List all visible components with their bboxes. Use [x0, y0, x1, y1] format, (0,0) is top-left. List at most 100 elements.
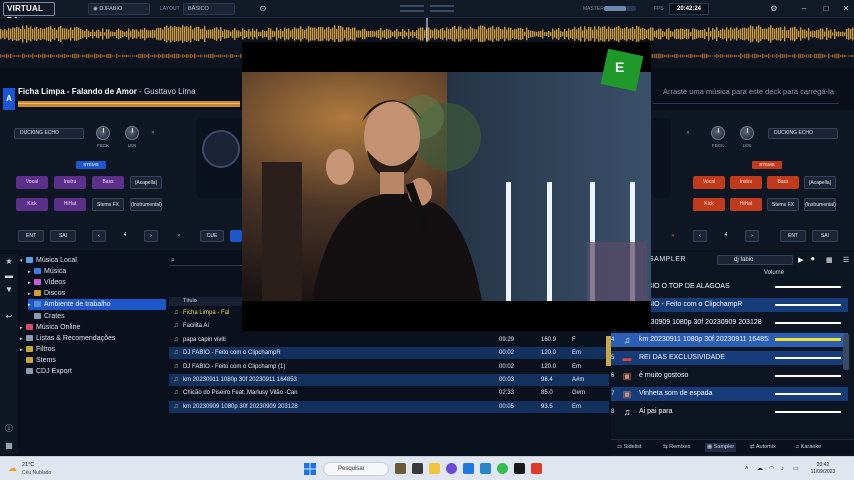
deck-a-stem-kick[interactable]: Kick — [16, 198, 48, 211]
search-field[interactable]: ⌕ — [169, 256, 242, 266]
app-icon-widgets[interactable] — [395, 463, 406, 474]
windows-start-icon[interactable] — [304, 463, 316, 475]
deck-b-loop-next[interactable]: › — [745, 230, 759, 242]
filter-icon[interactable]: ▼ — [4, 285, 14, 295]
maximize-icon[interactable]: □ — [820, 3, 832, 15]
deck-a-len-knob[interactable] — [125, 126, 139, 140]
deck-b-acapella[interactable]: (Acapella) — [804, 176, 836, 189]
deck-b-stem-instru[interactable]: Instru — [730, 176, 762, 189]
app-icon-store[interactable] — [480, 463, 491, 474]
deck-a-fbck-knob[interactable] — [96, 126, 110, 140]
sampler-slot[interactable]: 7 ▣ Vinheta som de espada — [611, 386, 848, 401]
deck-a-platter[interactable] — [202, 130, 240, 168]
tab-sampler[interactable]: ▦ Sampler — [705, 443, 737, 452]
deck-a-loop-close-icon[interactable]: ✕ — [177, 233, 181, 239]
deck-a-stem-bass[interactable]: Bass — [92, 176, 124, 189]
deck-a-stems-fx[interactable]: Stems FX — [92, 198, 124, 211]
deck-b-fbck-knob[interactable] — [711, 126, 725, 140]
tree-item[interactable]: ▸ Vídeos — [28, 277, 166, 288]
record-icon[interactable]: ⊙ — [257, 3, 269, 15]
close-icon[interactable]: ✕ — [840, 3, 852, 15]
app-icon-file-explorer[interactable] — [429, 463, 440, 474]
info-icon[interactable]: ⓘ — [4, 424, 14, 434]
weather-temperature[interactable]: 21°C — [22, 462, 34, 468]
column-header-title[interactable]: Título — [169, 297, 242, 306]
deck-b-loop-in[interactable]: ENT — [780, 230, 806, 242]
deck-a-stem-hihat[interactable]: HiHat — [54, 198, 86, 211]
sampler-slot[interactable]: 4 ♫ km 20230911 1080p 30f 20230911 164853 — [611, 333, 848, 348]
tree-item[interactable]: ▸ Discos — [28, 288, 166, 299]
app-icon-teams[interactable] — [446, 463, 457, 474]
deck-a-loop-out[interactable]: SAI — [50, 230, 76, 242]
sampler-slot[interactable]: 8 ♫ Ai pai para — [611, 404, 848, 419]
table-row[interactable]: ♫ Facilita Aí — [169, 320, 242, 332]
deck-a-cue-button[interactable]: CUE — [200, 230, 224, 242]
deck-b-loop-out[interactable]: SAI — [812, 230, 838, 242]
tab-sideline[interactable]: ▭ Sidelist — [617, 443, 641, 452]
browser-splitter-handle[interactable] — [606, 336, 611, 366]
video-window[interactable]: E — [242, 42, 651, 331]
star-icon[interactable]: ★ — [4, 257, 14, 267]
master-volume-slider[interactable] — [604, 6, 636, 11]
tree-item[interactable]: ▸ Ambiente de trabalho — [28, 299, 166, 311]
deck-b-stem-vocal[interactable]: Vocal — [693, 176, 725, 189]
deck-a-acapella[interactable]: (Acapella) — [130, 176, 162, 189]
deck-b-stem-hihat[interactable]: HiHat — [730, 198, 762, 211]
app-icon-whatsapp[interactable] — [497, 463, 508, 474]
deck-a-loop-prev[interactable]: ‹ — [92, 230, 106, 242]
tab-automix[interactable]: ⇄ Automix — [750, 443, 776, 452]
deck-a-instrumental[interactable]: (Instrumental) — [130, 198, 162, 211]
tray-clock[interactable]: 20:42 11/09/2023 — [807, 462, 839, 476]
tree-item[interactable]: ▸ Música — [28, 266, 166, 277]
app-icon-capcut[interactable] — [514, 463, 525, 474]
calculator-icon[interactable]: ▦ — [4, 441, 14, 451]
deck-b-loop-prev[interactable]: ‹ — [693, 230, 707, 242]
deck-b-mini-waveform[interactable] — [653, 100, 839, 108]
deck-b-stems-fx[interactable]: Stems FX — [767, 198, 799, 211]
deck-a-loop-next[interactable]: › — [144, 230, 158, 242]
deck-b-jogwheel[interactable] — [651, 118, 671, 198]
tree-item[interactable]: CDJ Export — [20, 366, 166, 377]
sampler-grid-icon[interactable]: ▦ — [826, 256, 833, 264]
deck-a-stem-vocal[interactable]: Vocal — [16, 176, 48, 189]
sampler-volume-bar[interactable] — [775, 375, 841, 377]
layout-select[interactable]: BÁSICO — [183, 3, 235, 15]
table-row[interactable]: ♫ DJ FABIO - Feito com o Clipchamp (1) 00:… — [169, 361, 609, 373]
deck-a-stem-instru[interactable]: Instru — [54, 176, 86, 189]
tree-item[interactable]: ▾ Música Local — [20, 255, 166, 266]
settings-gear-icon[interactable]: ⚙ — [768, 3, 780, 15]
tray-volume-icon[interactable]: ♪ — [781, 466, 784, 473]
table-row[interactable]: ♫ papa capin viviti 09:29 160.9 F — [169, 334, 609, 346]
deck-b-fx-close-icon[interactable]: ✕ — [686, 130, 690, 136]
sampler-volume-bar[interactable] — [775, 321, 841, 324]
sampler-menu-icon[interactable]: ☰ — [843, 256, 849, 264]
folder-icon[interactable]: ▬ — [4, 271, 14, 281]
deck-a-loop-in[interactable]: ENT — [18, 230, 44, 242]
deck-b-stem-kick[interactable]: Kick — [693, 198, 725, 211]
weather-cloud-icon[interactable]: ☁ — [8, 463, 19, 473]
table-row[interactable]: ♫ km 20230909 1080p 30f 20230909 203128 00… — [169, 400, 609, 413]
deck-b-instrumental[interactable]: (Instrumental) — [804, 198, 836, 211]
weather-description[interactable]: Céu Nublado — [22, 470, 51, 476]
deck-a-letter[interactable]: A — [3, 88, 15, 110]
tree-item[interactable]: ▸ Filtros — [20, 344, 166, 355]
table-row[interactable]: ♫ DJ FABIO - Feito com o ClipchampR 00:02 1… — [169, 347, 609, 360]
sampler-slot[interactable]: 5 ▬ REI DAS EXCLUSIVIDADE — [611, 351, 848, 366]
tab-karaoke[interactable]: ♫ Karaoke — [795, 443, 821, 452]
table-row[interactable]: ♫ Chicão do Piseiro Feat. Marlusy Vilão -… — [169, 387, 609, 399]
sampler-preset-select[interactable]: dj fabio — [717, 255, 793, 265]
sampler-volume-bar[interactable] — [775, 357, 841, 360]
tree-item[interactable]: ▸ Música Online — [20, 322, 166, 333]
back-icon[interactable]: ↩ — [4, 312, 14, 322]
sampler-volume-bar[interactable] — [775, 392, 841, 395]
deck-b-stem-bass[interactable]: Bass — [767, 176, 799, 189]
app-icon-task-view[interactable] — [412, 463, 423, 474]
tray-chevron-icon[interactable]: ˄ — [745, 466, 749, 473]
table-row[interactable]: ♫ km 20230911 1080p 30f 20230911 164853 00… — [169, 374, 609, 386]
tray-battery-icon[interactable]: ▭ — [793, 466, 799, 473]
app-icon-virtualdj[interactable] — [531, 463, 542, 474]
deck-b-loop-close-icon[interactable]: ✕ — [671, 233, 675, 239]
sampler-volume-bar[interactable] — [775, 410, 841, 413]
tree-item[interactable]: Crates — [28, 311, 166, 322]
tray-wifi-icon[interactable]: ◠ — [769, 466, 774, 473]
